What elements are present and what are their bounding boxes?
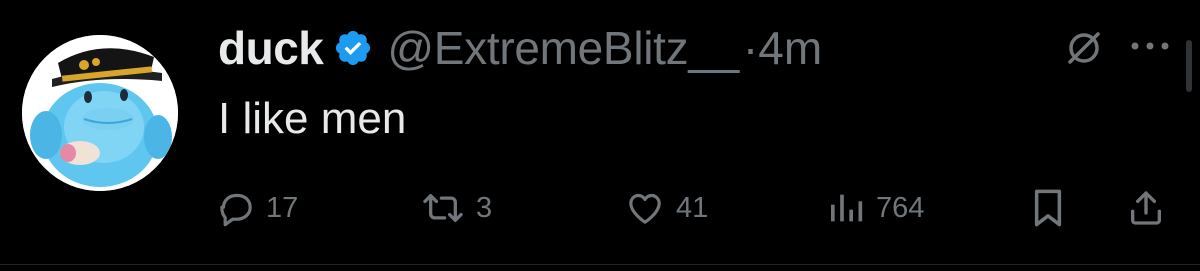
display-name[interactable]: duck [218,21,324,75]
share-icon [1131,191,1161,225]
heart-icon [629,193,661,224]
reply-count: 17 [266,191,299,224]
tweet-text: I like men [218,94,407,143]
post-time[interactable]: 4m [758,21,822,75]
tweet[interactable]: duck @ExtremeBlitz__ · 4m I like men 17 … [0,0,1200,271]
reply-icon [220,193,252,227]
like-button[interactable]: 41 [624,186,708,230]
repost-count: 3 [476,191,493,224]
repost-icon [423,194,463,222]
views-icon [831,194,863,222]
repost-button[interactable]: 3 [420,186,492,230]
time-separator: · [742,22,759,74]
share-button[interactable] [1126,186,1166,230]
verified-badge-icon[interactable] [333,28,373,68]
bookmark-icon [1034,189,1062,227]
duck-avatar-image [22,35,178,191]
views-count: 764 [876,191,925,224]
avatar[interactable] [22,35,178,191]
bookmark-button[interactable] [1030,186,1066,230]
views-button[interactable]: 764 [826,186,924,230]
action-bar: 17 3 41 764 [0,186,1200,230]
reply-button[interactable]: 17 [216,186,298,230]
like-count: 41 [676,191,709,224]
user-handle[interactable]: @ExtremeBlitz__ [387,21,739,75]
grok-icon[interactable] [1062,26,1106,75]
divider [0,264,1200,265]
scrollbar[interactable] [1186,40,1192,92]
more-icon[interactable] [1128,36,1172,61]
tweet-header: duck @ExtremeBlitz__ · 4m [218,18,822,78]
